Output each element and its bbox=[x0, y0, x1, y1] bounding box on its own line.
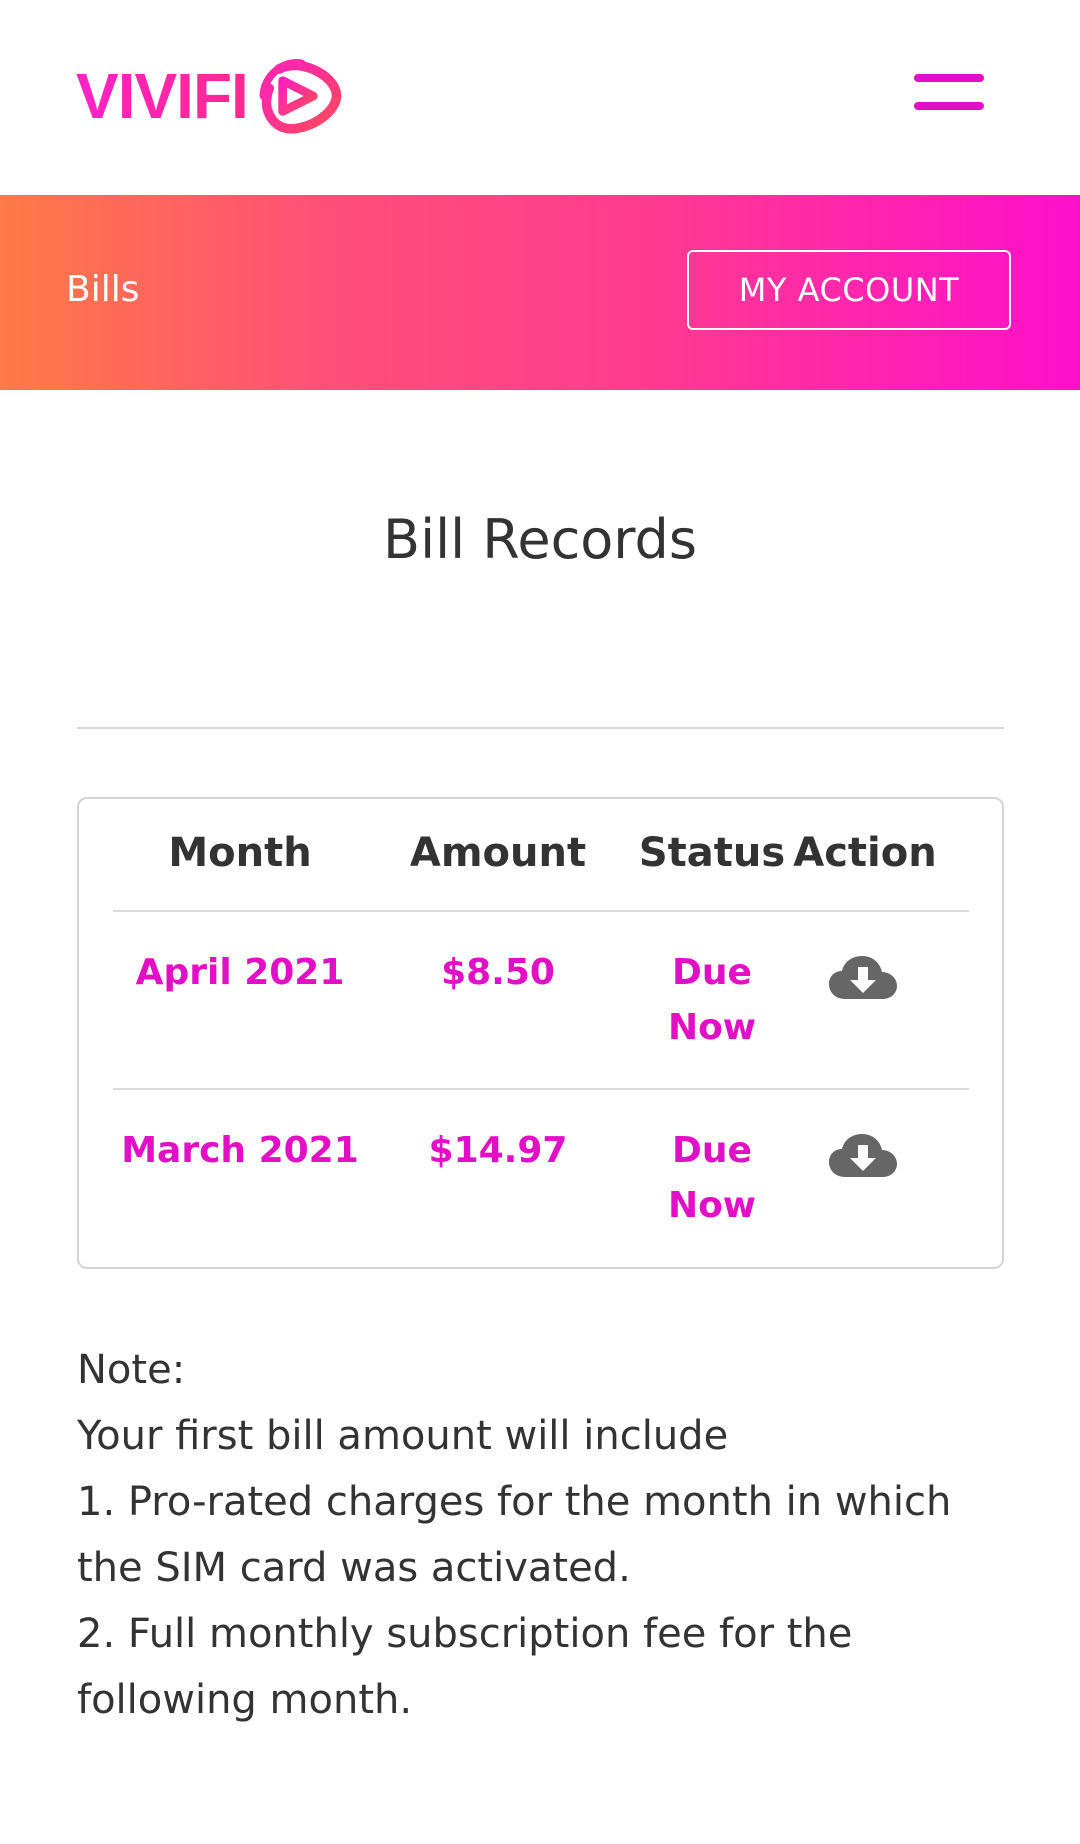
logo-wordmark: VIVIFI bbox=[76, 60, 249, 132]
note-line: following month. bbox=[77, 1677, 413, 1723]
note-line: 2. Full monthly subscription fee for the bbox=[77, 1611, 853, 1657]
note-line: the SIM card was activated. bbox=[77, 1545, 631, 1591]
hamburger-icon-bar bbox=[914, 102, 984, 110]
bill-status: Due bbox=[672, 1130, 752, 1171]
cloud-download-icon[interactable] bbox=[829, 1133, 897, 1179]
billing-note: Note: Your first bill amount will includ… bbox=[77, 1337, 1007, 1733]
site-header: VIVIFI bbox=[0, 0, 1080, 195]
vivifi-logo[interactable]: VIVIFI bbox=[76, 48, 346, 144]
column-header-month: Month bbox=[168, 830, 312, 876]
bill-month: March 2021 bbox=[121, 1130, 359, 1171]
cloud-download-icon[interactable] bbox=[829, 955, 897, 1001]
bill-amount: $8.50 bbox=[441, 952, 555, 993]
row-separator bbox=[113, 1088, 969, 1090]
bill-amount: $14.97 bbox=[428, 1130, 568, 1171]
page-banner: Bills MY ACCOUNT bbox=[0, 195, 1080, 390]
column-header-action: Action bbox=[793, 830, 937, 876]
note-line: Your first bill amount will include bbox=[77, 1413, 729, 1459]
bill-month: April 2021 bbox=[135, 952, 345, 993]
section-divider bbox=[77, 727, 1004, 729]
banner-title: Bills bbox=[66, 269, 140, 310]
bill-status-line2: Now bbox=[667, 1007, 757, 1048]
bill-status-line2: Now bbox=[667, 1185, 757, 1226]
hamburger-icon bbox=[914, 74, 984, 82]
bill-status: Due bbox=[672, 952, 752, 993]
note-line: Note: bbox=[77, 1347, 186, 1393]
logo-mark-icon bbox=[259, 59, 342, 134]
header-separator bbox=[113, 910, 969, 912]
page-title: Bill Records bbox=[383, 508, 697, 571]
hamburger-menu-button[interactable] bbox=[914, 70, 988, 118]
my-account-button[interactable]: MY ACCOUNT bbox=[687, 250, 1011, 330]
column-header-status: Status bbox=[638, 830, 786, 876]
column-header-amount: Amount bbox=[409, 830, 587, 876]
note-line: 1. Pro-rated charges for the month in wh… bbox=[77, 1479, 952, 1525]
